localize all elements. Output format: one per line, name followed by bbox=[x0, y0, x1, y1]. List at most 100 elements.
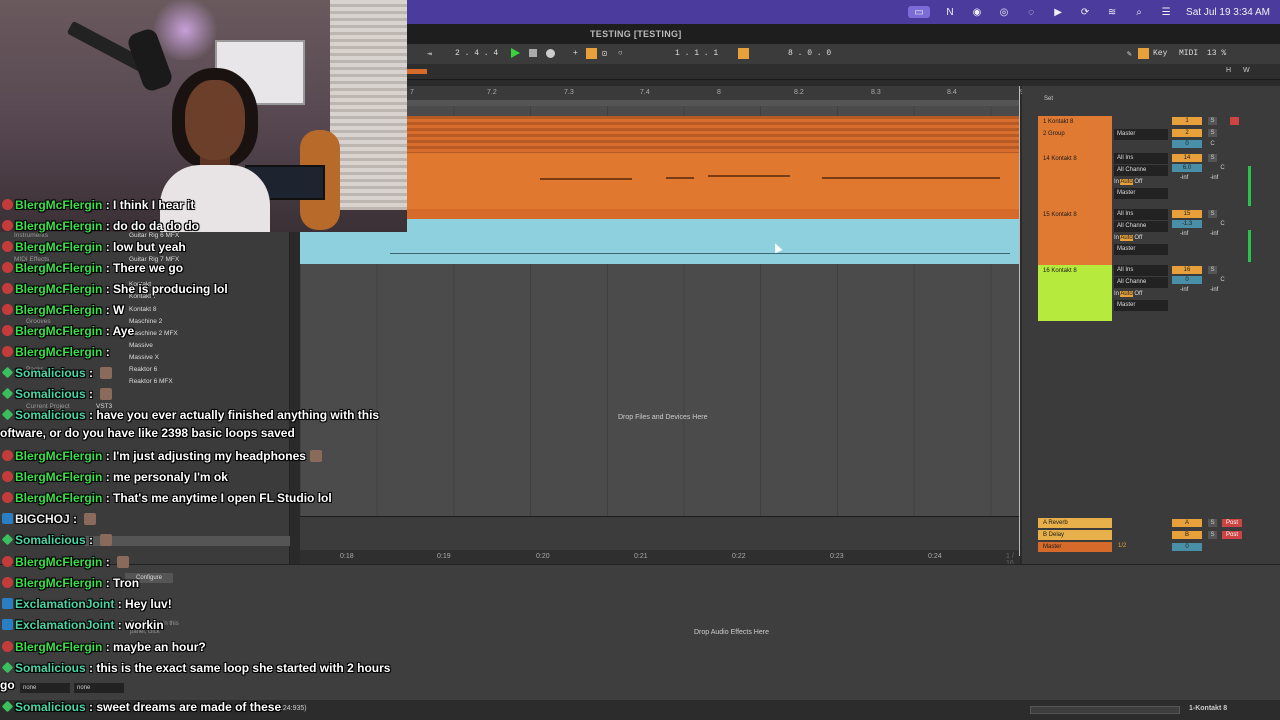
volume-field[interactable]: 0 bbox=[1172, 140, 1202, 148]
input-select[interactable]: All Ins bbox=[1114, 209, 1168, 220]
control-center-icon[interactable]: ☰ bbox=[1159, 6, 1173, 18]
channel-select[interactable]: All Channe bbox=[1114, 165, 1168, 176]
solo-button[interactable]: S bbox=[1208, 117, 1217, 125]
chat-username[interactable]: Somalicious bbox=[15, 700, 86, 714]
chat-username[interactable]: Somalicious bbox=[15, 533, 86, 547]
output-select[interactable]: Master bbox=[1114, 188, 1168, 199]
solo-button[interactable]: S bbox=[1208, 266, 1217, 274]
pan-field[interactable]: C bbox=[1218, 220, 1227, 228]
pan-field[interactable]: C bbox=[1218, 164, 1227, 172]
loop-length[interactable]: 8 . 0 . 0 bbox=[788, 49, 831, 58]
sync-icon[interactable]: ⟳ bbox=[1078, 6, 1092, 18]
input-select[interactable]: All Ins bbox=[1114, 265, 1168, 276]
channel-select[interactable]: All Channe bbox=[1114, 221, 1168, 232]
return-track-b[interactable]: B Delay bbox=[1038, 530, 1112, 540]
search-icon[interactable]: ⌕ bbox=[1132, 6, 1146, 18]
solo-button[interactable]: S bbox=[1208, 129, 1217, 137]
draw-mode-icon[interactable]: ✎ bbox=[1127, 49, 1132, 59]
chat-username[interactable]: Somalicious bbox=[15, 661, 86, 675]
loop-icon[interactable]: ⊡ bbox=[602, 49, 607, 59]
chat-username[interactable]: BlergMcFlergin bbox=[15, 198, 102, 212]
output-select[interactable]: Master bbox=[1114, 300, 1168, 311]
arm-button[interactable] bbox=[1230, 117, 1239, 125]
pan-readout[interactable]: -inf bbox=[1210, 287, 1218, 293]
post-button[interactable]: Post bbox=[1222, 531, 1242, 539]
chat-username[interactable]: BlergMcFlergin bbox=[15, 555, 102, 569]
chat-username[interactable]: BlergMcFlergin bbox=[15, 470, 102, 484]
chat-username[interactable]: BlergMcFlergin bbox=[15, 282, 102, 296]
pan-field[interactable]: C bbox=[1218, 276, 1227, 284]
set-label[interactable]: Set bbox=[1044, 96, 1053, 102]
pan-field[interactable]: C bbox=[1208, 140, 1217, 148]
return-track-a[interactable]: A Reverb bbox=[1038, 518, 1112, 528]
track-header-14[interactable]: 14 Kontakt 8 bbox=[1038, 153, 1112, 209]
chat-username[interactable]: BlergMcFlergin bbox=[15, 324, 102, 338]
airplay-icon[interactable]: ◌ bbox=[1024, 6, 1038, 18]
channel-select[interactable]: All Channe bbox=[1114, 277, 1168, 288]
time-ruler[interactable]: 0:18 0:19 0:20 0:21 0:22 0:23 0:24 1 / 1… bbox=[300, 550, 1020, 567]
key-map-button[interactable] bbox=[1138, 48, 1149, 59]
master-volume[interactable]: 0 bbox=[1172, 543, 1202, 551]
solo-button[interactable]: S bbox=[1208, 210, 1217, 218]
track-activator[interactable]: 14 bbox=[1172, 154, 1202, 162]
loop-brace[interactable] bbox=[407, 69, 427, 74]
return-a-activator[interactable]: A bbox=[1172, 519, 1202, 527]
volume-readout[interactable]: -inf bbox=[1180, 287, 1188, 293]
overview-label-w[interactable]: W bbox=[1243, 67, 1250, 74]
screen-record-icon[interactable]: ◎ bbox=[997, 6, 1011, 18]
clip-kontakt-14[interactable] bbox=[300, 153, 1020, 209]
beat-ruler[interactable]: 7 7.2 7.3 7.4 8 8.2 8.3 8.4 9 bbox=[300, 86, 1024, 100]
chat-username[interactable]: BlergMcFlergin bbox=[15, 576, 102, 590]
chat-username[interactable]: BlergMcFlergin bbox=[15, 491, 102, 505]
chat-username[interactable]: BlergMcFlergin bbox=[15, 219, 102, 233]
clip-group[interactable] bbox=[300, 116, 1020, 153]
chat-username[interactable]: ExclamationJoint bbox=[15, 618, 114, 632]
monitor-switch[interactable]: In Auto Off bbox=[1114, 177, 1168, 188]
midi-note[interactable] bbox=[540, 178, 632, 180]
solo-button[interactable]: S bbox=[1208, 154, 1217, 162]
arrow-icon[interactable]: ⇥ bbox=[427, 49, 432, 59]
track-header-16[interactable]: 16 Kontakt 8 bbox=[1038, 265, 1112, 321]
chat-username[interactable]: BlergMcFlergin bbox=[15, 449, 102, 463]
track-header-15[interactable]: 15 Kontakt 8 bbox=[1038, 209, 1112, 265]
song-position[interactable]: 2 . 4 . 4 bbox=[455, 49, 498, 58]
pan-readout[interactable]: -inf bbox=[1210, 231, 1218, 237]
ni-icon[interactable]: N bbox=[943, 6, 957, 18]
input-select[interactable]: All Ins bbox=[1114, 153, 1168, 164]
post-button[interactable]: Post bbox=[1222, 519, 1242, 527]
chat-username[interactable]: BIGCHOJ bbox=[15, 512, 70, 526]
overview-label-h[interactable]: H bbox=[1226, 67, 1231, 74]
play-button[interactable] bbox=[511, 48, 520, 58]
loop-switch[interactable] bbox=[738, 48, 749, 59]
arrangement-overview[interactable]: H W bbox=[407, 64, 1280, 80]
chat-username[interactable]: Somalicious bbox=[15, 408, 86, 422]
track-activator[interactable]: 16 bbox=[1172, 266, 1202, 274]
track-activator[interactable]: 1 bbox=[1172, 117, 1202, 125]
midi-note[interactable] bbox=[822, 177, 1000, 179]
wifi-icon[interactable]: ≋ bbox=[1105, 6, 1119, 18]
midi-note[interactable] bbox=[666, 177, 694, 179]
chat-username[interactable]: BlergMcFlergin bbox=[15, 640, 102, 654]
record-button[interactable] bbox=[546, 49, 555, 58]
pan-readout[interactable]: -inf bbox=[1210, 175, 1218, 181]
monitor-switch[interactable]: In Auto Off bbox=[1114, 289, 1168, 300]
volume-readout[interactable]: -inf bbox=[1180, 175, 1188, 181]
chat-username[interactable]: ExclamationJoint bbox=[15, 597, 114, 611]
mini-overview[interactable] bbox=[1030, 706, 1180, 714]
output-select[interactable]: Master bbox=[1114, 129, 1168, 140]
midi-map-label[interactable]: MIDI bbox=[1179, 49, 1198, 58]
solo-button[interactable]: S bbox=[1208, 531, 1217, 539]
stop-button[interactable] bbox=[529, 49, 537, 57]
chat-username[interactable]: BlergMcFlergin bbox=[15, 345, 102, 359]
display-icon[interactable]: ▭ bbox=[908, 6, 931, 18]
return-b-activator[interactable]: B bbox=[1172, 531, 1202, 539]
track-header-1[interactable]: 1 Kontakt 8 bbox=[1038, 116, 1112, 128]
midi-note[interactable] bbox=[708, 175, 790, 177]
clock[interactable]: Sat Jul 19 3:34 AM bbox=[1186, 7, 1270, 18]
clip-kontakt-16[interactable] bbox=[300, 219, 1020, 264]
chat-username[interactable]: Somalicious bbox=[15, 366, 86, 380]
play-icon[interactable]: ▶ bbox=[1051, 6, 1065, 18]
chat-username[interactable]: BlergMcFlergin bbox=[15, 240, 102, 254]
clip-kontakt-15[interactable] bbox=[300, 209, 1020, 219]
automation-arm-button[interactable] bbox=[586, 48, 597, 59]
